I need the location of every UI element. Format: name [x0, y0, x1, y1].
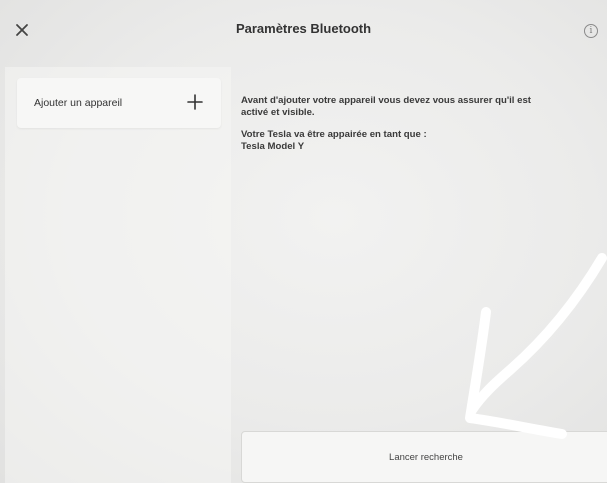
header-bar: Paramètres Bluetooth i	[0, 0, 607, 62]
start-search-label: Lancer recherche	[389, 451, 463, 463]
start-search-button[interactable]: Lancer recherche	[241, 431, 607, 483]
instructions-panel: Avant d'ajouter votre appareil vous deve…	[241, 95, 607, 163]
plus-icon	[187, 94, 203, 110]
vehicle-name: Tesla Model Y	[241, 141, 305, 152]
pairing-info: Votre Tesla va être appairée en tant que…	[241, 129, 607, 153]
instruction-line-2: activé et visible.	[241, 107, 315, 118]
visibility-instruction: Avant d'ajouter votre appareil vous deve…	[241, 95, 607, 119]
add-device-button[interactable]: Ajouter un appareil	[17, 78, 221, 128]
annotation-arrow-icon	[465, 253, 607, 439]
settings-screen: Paramètres Bluetooth i Ajouter un appare…	[0, 0, 607, 483]
info-glyph: i	[589, 25, 593, 36]
add-device-label: Ajouter un appareil	[34, 97, 123, 109]
instruction-line-1: Avant d'ajouter votre appareil vous deve…	[241, 95, 531, 106]
info-icon[interactable]: i	[584, 24, 598, 38]
sidebar	[5, 67, 231, 483]
page-title: Paramètres Bluetooth	[235, 21, 372, 36]
pairing-label: Votre Tesla va être appairée en tant que…	[241, 129, 427, 140]
